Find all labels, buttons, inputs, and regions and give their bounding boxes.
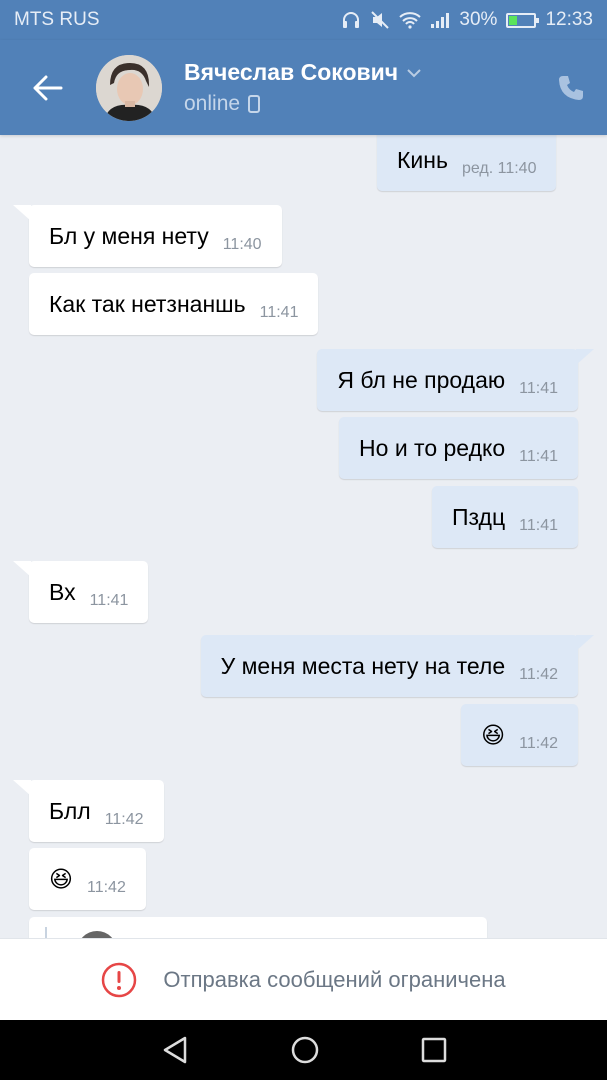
message-time: 11:42 [519, 735, 558, 752]
contact-name: Вячеслав Сокович [184, 59, 399, 85]
nav-recents-icon[interactable] [421, 1037, 447, 1063]
clock: 12:33 [545, 9, 593, 30]
contact-info[interactable]: Вячеслав Сокович online [184, 59, 535, 116]
chevron-down-icon [407, 68, 421, 77]
message-time: 11:41 [519, 448, 558, 465]
message-time: 11:40 [222, 236, 262, 253]
nav-home-icon[interactable] [290, 1035, 320, 1065]
call-button[interactable] [535, 40, 607, 135]
message-bubble[interactable]: 😆 11:42 [29, 848, 146, 910]
back-button[interactable] [0, 40, 96, 135]
message-text: Как так нетзнаншь [49, 290, 246, 317]
carrier-label: MTS RUS [14, 9, 100, 30]
message-bubble[interactable]: Я бл не продаю 11:41 [317, 349, 578, 411]
mobile-icon [248, 95, 261, 113]
message-bubble[interactable]: Кинь ред. 11:40 [377, 135, 557, 191]
message-time: 11:41 [89, 592, 129, 609]
chat-header: Вячеслав Сокович online [0, 40, 607, 135]
forwarded-avatar [77, 931, 117, 938]
avatar[interactable] [96, 54, 162, 121]
message-bubble[interactable]: У меня места нету на теле 11:42 [200, 635, 578, 697]
emoji-laughing: 😆 [49, 865, 73, 892]
status-icons: 30% 12:33 [341, 9, 593, 31]
message-time: 11:41 [519, 380, 558, 397]
emoji-laughing: 😆 [481, 721, 506, 748]
message-bubble[interactable]: Вх 11:41 [29, 561, 149, 623]
message-bubble[interactable]: Бл у меня нету 11:40 [29, 205, 282, 267]
message-text: Пздц [451, 503, 506, 530]
battery-fill [509, 15, 518, 25]
message-text: Кинь [397, 146, 448, 173]
message-bubble[interactable]: Блл 11:42 [29, 780, 164, 842]
message-bubble[interactable]: Но и то редко 11:41 [339, 417, 578, 479]
nav-back-icon[interactable] [161, 1035, 189, 1065]
presence-status: online [184, 92, 241, 115]
message-bubble[interactable]: Пздц 11:41 [431, 486, 578, 548]
message-time: 11:41 [259, 304, 299, 321]
partial-message-bubble[interactable] [29, 917, 487, 938]
restriction-banner: Отправка сообщений ограничена [0, 938, 607, 1020]
phone-icon [559, 75, 583, 100]
message-text: Я бл не продаю [337, 366, 506, 393]
system-nav-bar [0, 1020, 607, 1080]
status-bar: MTS RUS 30% 12:33 [0, 0, 607, 40]
message-bubble[interactable]: Как так нетзнаншь 11:41 [29, 273, 319, 335]
message-text: Блл [49, 797, 91, 824]
message-text: Но и то редко [359, 434, 506, 461]
message-text: Вх [49, 578, 76, 605]
message-time: 11:42 [86, 879, 126, 896]
message-time: 11:42 [519, 666, 558, 683]
quote-bar [45, 927, 47, 938]
message-time: 11:41 [519, 517, 558, 534]
message-text: Бл у меня нету [49, 222, 209, 249]
message-list[interactable]: Кинь ред. 11:40 Бл у меня нету 11:40 Как… [0, 135, 607, 938]
arrow-left-icon [33, 75, 63, 100]
wifi-icon [399, 11, 422, 29]
headset-icon [341, 11, 361, 29]
message-time: ред. 11:40 [461, 160, 537, 177]
message-text: У меня места нету на теле [220, 652, 506, 679]
restriction-text: Отправка сообщений ограничена [163, 966, 506, 992]
battery-percent: 30% [459, 9, 498, 30]
warning-icon [102, 962, 137, 997]
battery-icon [506, 12, 540, 28]
message-time: 11:42 [104, 811, 144, 828]
signal-icon [430, 11, 450, 29]
mute-icon [370, 11, 390, 29]
message-bubble[interactable]: 😆 11:42 [461, 704, 578, 766]
